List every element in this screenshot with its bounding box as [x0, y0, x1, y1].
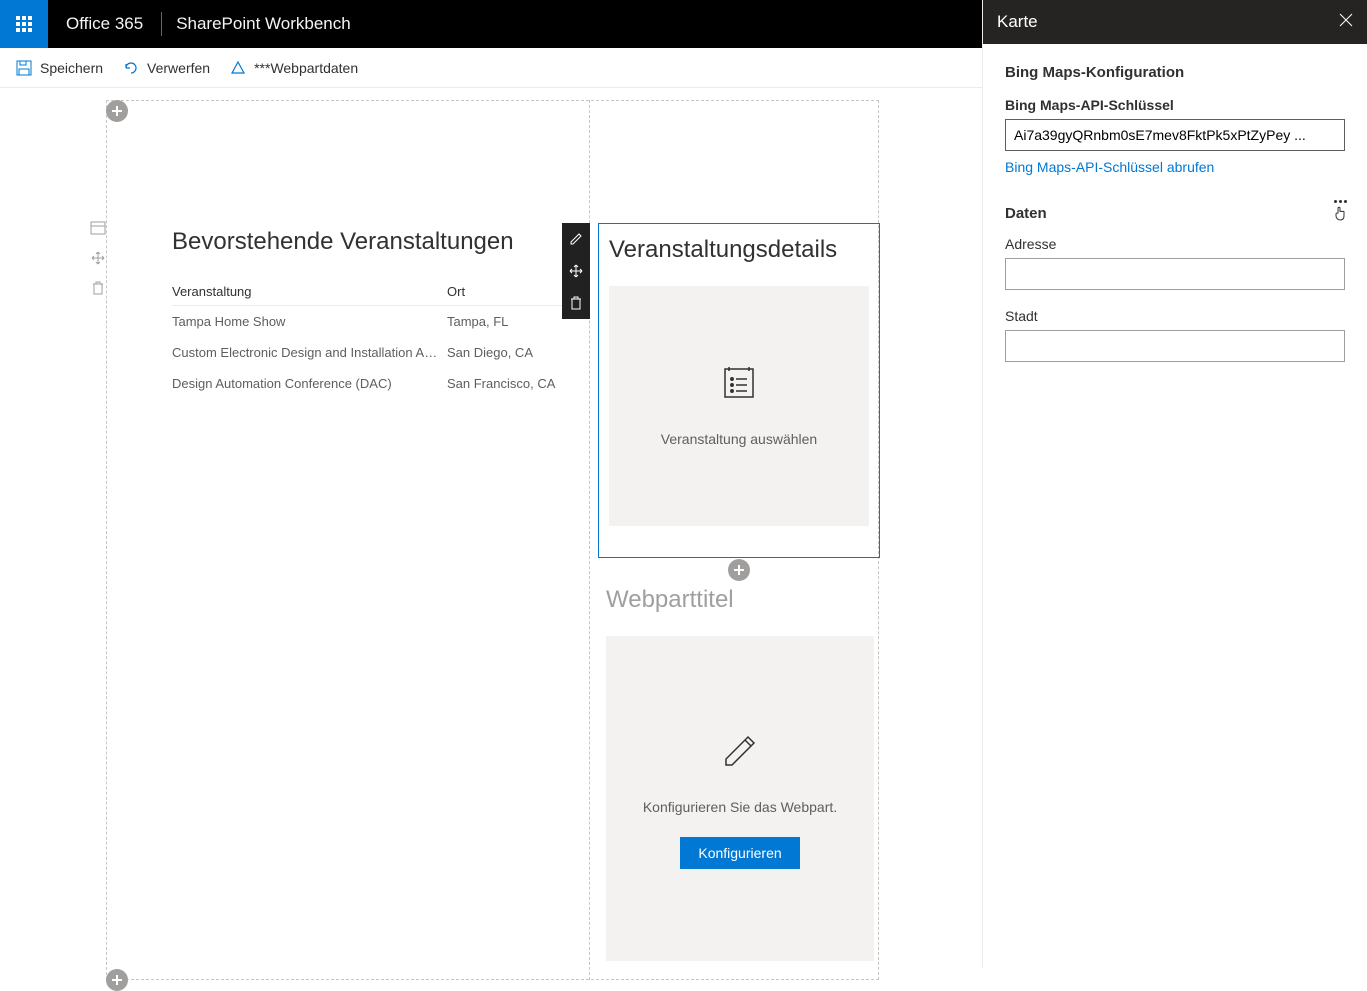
details-placeholder-text: Veranstaltung auswählen: [661, 431, 817, 447]
col-header-event[interactable]: Veranstaltung: [172, 284, 447, 299]
webpart-move-button[interactable]: [562, 255, 590, 287]
map-placeholder: Konfigurieren Sie das Webpart. Konfiguri…: [606, 636, 874, 961]
section-toolbar: [86, 216, 110, 300]
app-title: SharePoint Workbench: [162, 14, 365, 34]
trash-icon: [569, 296, 583, 310]
cell-event: Tampa Home Show: [172, 314, 447, 329]
save-label: Speichern: [40, 60, 103, 76]
section-delete-button[interactable]: [86, 276, 110, 300]
api-key-label: Bing Maps-API-Schlüssel: [1005, 97, 1345, 113]
api-key-link[interactable]: Bing Maps-API-Schlüssel abrufen: [1005, 159, 1214, 175]
section-bing-config: Bing Maps-Konfiguration: [1005, 64, 1345, 81]
save-icon: [16, 60, 32, 76]
webpart-edit-button[interactable]: [562, 223, 590, 255]
move-icon: [569, 264, 583, 278]
more-options-button[interactable]: [1333, 200, 1347, 221]
events-title: Bevorstehende Veranstaltungen: [172, 228, 567, 256]
waffle-icon: [16, 16, 32, 32]
close-icon: [1339, 13, 1353, 27]
trash-icon: [91, 281, 105, 295]
map-webpart-title[interactable]: Webparttitel: [606, 586, 874, 614]
table-row[interactable]: Design Automation Conference (DAC) San F…: [172, 368, 567, 399]
discard-button[interactable]: Verwerfen: [113, 48, 220, 88]
details-title: Veranstaltungsdetails: [609, 236, 869, 264]
discard-label: Verwerfen: [147, 60, 210, 76]
triangle-icon: [230, 60, 246, 76]
app-launcher-button[interactable]: [0, 0, 48, 48]
section-move-button[interactable]: [86, 246, 110, 270]
add-section-button-bottom[interactable]: [106, 969, 128, 991]
undo-icon: [123, 60, 139, 76]
cell-event: Design Automation Conference (DAC): [172, 376, 447, 391]
pane-header: Karte: [983, 0, 1367, 44]
table-header: Veranstaltung Ort: [172, 278, 567, 306]
table-row[interactable]: Custom Electronic Design and Installatio…: [172, 337, 567, 368]
cursor-hand-icon: [1333, 205, 1347, 221]
section-edit-button[interactable]: [86, 216, 110, 240]
webpart-data-button[interactable]: ***Webpartdaten: [220, 48, 368, 88]
address-label: Adresse: [1005, 236, 1345, 252]
pane-close-button[interactable]: [1339, 12, 1353, 32]
cell-location: San Diego, CA: [447, 345, 567, 360]
cell-location: San Francisco, CA: [447, 376, 567, 391]
save-button[interactable]: Speichern: [6, 48, 113, 88]
map-webpart: Webparttitel Konfigurieren Sie das Webpa…: [606, 586, 874, 961]
webpart-delete-button[interactable]: [562, 287, 590, 319]
layout-icon: [90, 221, 106, 235]
col-header-location[interactable]: Ort: [447, 284, 567, 299]
webpart-toolbar: [562, 223, 590, 319]
configure-button[interactable]: Konfigurieren: [680, 837, 799, 869]
events-webpart: Bevorstehende Veranstaltungen Veranstalt…: [172, 228, 567, 399]
event-details-webpart[interactable]: Veranstaltungsdetails Veranstaltung ausw…: [598, 223, 880, 558]
pencil-icon: [718, 729, 762, 773]
events-table: Veranstaltung Ort Tampa Home Show Tampa,…: [172, 278, 567, 399]
list-icon: [721, 365, 757, 401]
pane-title: Karte: [997, 12, 1038, 32]
address-input[interactable]: [1005, 258, 1345, 290]
move-icon: [91, 251, 105, 265]
section-data: Daten: [1005, 205, 1345, 222]
cell-location: Tampa, FL: [447, 314, 567, 329]
more-icon: [1334, 200, 1347, 203]
map-placeholder-text: Konfigurieren Sie das Webpart.: [643, 799, 837, 815]
details-placeholder: Veranstaltung auswählen: [609, 286, 869, 526]
cell-event: Custom Electronic Design and Installatio…: [172, 345, 447, 360]
property-pane: Karte Bing Maps-Konfiguration Bing Maps-…: [982, 0, 1367, 968]
add-webpart-button-mid[interactable]: [728, 559, 750, 581]
add-section-button-top[interactable]: [106, 100, 128, 122]
pencil-icon: [569, 232, 583, 246]
city-label: Stadt: [1005, 308, 1345, 324]
webpart-data-label: ***Webpartdaten: [254, 60, 358, 76]
brand-label: Office 365: [48, 14, 161, 34]
api-key-input[interactable]: [1005, 119, 1345, 151]
table-row[interactable]: Tampa Home Show Tampa, FL: [172, 306, 567, 337]
city-input[interactable]: [1005, 330, 1345, 362]
